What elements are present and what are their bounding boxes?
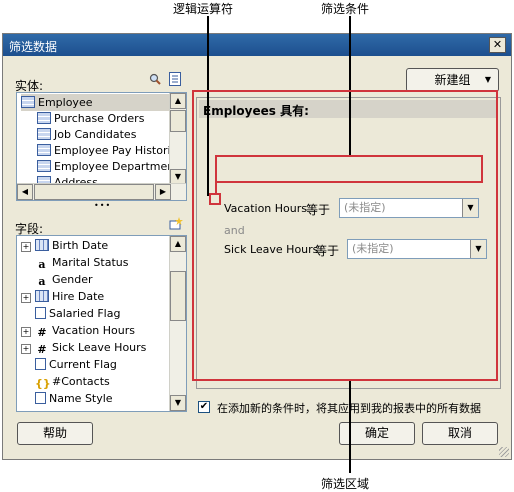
text-icon: a: [38, 258, 46, 271]
table-icon: [37, 112, 51, 124]
flag-icon: [35, 307, 46, 319]
entity-horizontal-scrollbar[interactable]: ◀ ▶: [17, 183, 186, 200]
field-item-label: Gender: [52, 273, 93, 286]
cancel-button[interactable]: 取消: [422, 422, 498, 445]
entity-item[interactable]: Employee Department: [37, 158, 179, 175]
table-icon: [21, 96, 35, 108]
new-field-icon[interactable]: [169, 216, 183, 230]
field-item[interactable]: Salaried Flag: [21, 305, 120, 322]
new-group-button[interactable]: 新建组 ▼: [406, 68, 499, 92]
entity-item[interactable]: Purchase Orders: [37, 110, 171, 127]
field-item-label: Salaried Flag: [49, 307, 121, 320]
search-icon[interactable]: [149, 73, 161, 85]
expand-icon[interactable]: +: [21, 293, 31, 303]
entity-item-label: Employee Department: [54, 160, 179, 173]
resize-grip[interactable]: [499, 447, 509, 457]
scroll-thumb[interactable]: [170, 110, 186, 132]
help-button[interactable]: 帮助: [17, 422, 93, 445]
table-icon: [37, 160, 51, 172]
number-icon: #: [37, 326, 47, 339]
scroll-up-button[interactable]: ▲: [170, 93, 186, 109]
field-item[interactable]: + Birth Date: [21, 237, 108, 254]
chevron-down-icon: ▼: [484, 75, 491, 84]
expand-icon[interactable]: +: [21, 327, 31, 337]
dialog-title: 筛选数据: [9, 40, 58, 54]
field-item-label: Birth Date: [52, 239, 109, 252]
text-icon: a: [38, 275, 46, 288]
filter-region-callout: 筛选区域: [321, 477, 370, 491]
number-icon: #: [37, 343, 47, 356]
table-icon: [37, 128, 51, 140]
close-button[interactable]: ✕: [489, 37, 506, 53]
entity-item-label: Purchase Orders: [54, 112, 145, 125]
entity-vertical-scrollbar[interactable]: ▲ ▼: [169, 93, 186, 185]
field-item-label: Vacation Hours: [52, 324, 135, 337]
entity-item-label: Employee Pay Histories: [54, 144, 184, 157]
logic-operator-callout: 逻辑运算符: [173, 2, 234, 16]
entity-properties-icon[interactable]: [169, 72, 182, 86]
filter-condition-callout: 筛选条件: [321, 2, 370, 16]
field-item-label: Marital Status: [52, 256, 129, 269]
title-bar: 筛选数据 ✕: [3, 34, 511, 56]
close-icon: ✕: [492, 38, 503, 51]
new-group-label: 新建组: [434, 73, 471, 87]
field-item[interactable]: a Marital Status: [21, 254, 128, 271]
scroll-thumb[interactable]: [170, 271, 186, 321]
field-item-label: Name Style: [49, 392, 113, 405]
table-icon: [37, 144, 51, 156]
scroll-down-button[interactable]: ▼: [170, 395, 186, 411]
field-item-label: #Contacts: [52, 375, 110, 388]
splitter-grip[interactable]: •••: [94, 201, 111, 210]
filter-region-leader-line: [349, 381, 351, 473]
scroll-thumb[interactable]: [34, 184, 154, 200]
field-item-label: Sick Leave Hours: [52, 341, 147, 354]
apply-checkbox[interactable]: ✔: [198, 401, 210, 413]
flag-icon: [35, 358, 46, 370]
entity-tree[interactable]: Employee Purchase Orders Job Candidates Emp…: [16, 92, 187, 201]
field-item[interactable]: + # Vacation Hours: [21, 322, 135, 339]
calendar-icon: [35, 290, 49, 302]
entity-item[interactable]: Employee: [21, 94, 171, 111]
entity-item[interactable]: Job Candidates: [37, 126, 171, 143]
filter-region-highlight: [192, 90, 498, 381]
field-item[interactable]: + # Sick Leave Hours: [21, 339, 146, 356]
field-item[interactable]: + Hire Date: [21, 288, 104, 305]
scroll-left-button[interactable]: ◀: [17, 184, 33, 200]
entity-item[interactable]: Employee Pay Histories: [37, 142, 183, 159]
expand-icon[interactable]: +: [21, 344, 31, 354]
field-list[interactable]: + Birth Date a Marital Status a Gender + Hire D…: [16, 235, 187, 412]
field-item-label: Current Flag: [49, 358, 117, 371]
scroll-up-button[interactable]: ▲: [170, 236, 186, 252]
flag-icon: [35, 392, 46, 404]
expand-icon[interactable]: +: [21, 242, 31, 252]
field-item[interactable]: Current Flag: [21, 356, 117, 373]
field-item-label: Hire Date: [52, 290, 105, 303]
field-item[interactable]: a Gender: [21, 271, 93, 288]
entity-item-label: Job Candidates: [54, 128, 137, 141]
entity-item-label: Employee: [38, 96, 93, 109]
aggregate-icon: {}: [35, 377, 51, 390]
scroll-right-button[interactable]: ▶: [155, 184, 171, 200]
calendar-icon: [35, 239, 49, 251]
field-item[interactable]: Name Style: [21, 390, 113, 407]
field-vertical-scrollbar[interactable]: ▲ ▼: [169, 236, 186, 411]
field-item[interactable]: {}#Contacts: [21, 373, 110, 390]
